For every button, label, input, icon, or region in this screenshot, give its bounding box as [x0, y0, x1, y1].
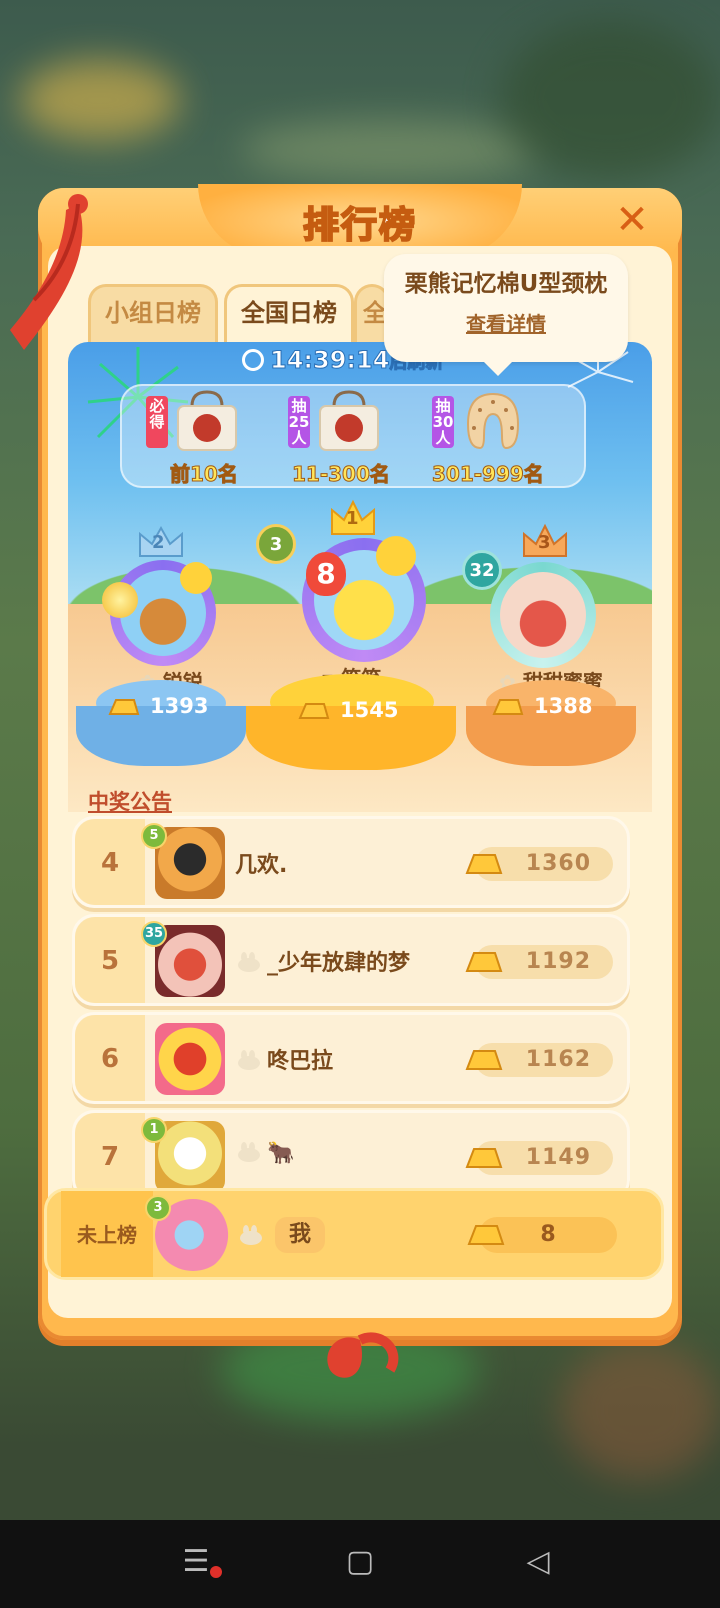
score-bar: 1162	[465, 1043, 613, 1077]
prize-range: 前10名	[170, 462, 239, 487]
balloon-icon: 8	[306, 552, 346, 596]
podium-second[interactable]: 2 ✿ 锐锐 1393	[76, 520, 246, 770]
gold-bar-icon	[492, 699, 524, 715]
flower-icon	[102, 582, 138, 618]
prize-tooltip[interactable]: 栗熊记忆棉U型颈枕 查看详情	[384, 254, 628, 376]
score-bar: 8	[467, 1217, 617, 1253]
score-value: 1149	[525, 1145, 591, 1170]
avatar[interactable]	[500, 572, 586, 658]
rank-number: 1	[346, 508, 359, 529]
neck-pillow-icon	[466, 392, 520, 450]
menu-icon[interactable]: ☰	[176, 1542, 216, 1582]
prize-badge: 抽30人	[432, 396, 454, 448]
podium-third[interactable]: 3 32 ✿ 甜甜蜜蜜 1388	[462, 520, 636, 770]
notification-dot	[210, 1566, 222, 1578]
score-bar: 1360	[465, 847, 613, 881]
prize-box[interactable]: 必得 前10名 抽25人 11-300名 抽30人 301-999名	[120, 384, 586, 488]
ribbon-decoration	[10, 194, 88, 350]
panel-title: 排行榜	[302, 204, 417, 247]
my-rank-row[interactable]: 未上榜 3 我 8	[44, 1188, 664, 1280]
bunny-icon	[240, 1225, 262, 1245]
prize-range: 11-300名	[292, 462, 391, 487]
podium-first[interactable]: 1 3 8 ▫ 笑笑 1545	[246, 496, 456, 776]
level-badge: 3	[256, 524, 296, 564]
level-badge: 35	[141, 921, 167, 947]
score-pill: 1388	[492, 688, 622, 724]
tote-bag-icon	[319, 390, 379, 451]
clock-icon	[242, 349, 264, 371]
gold-bar-icon	[465, 1050, 503, 1070]
player-name: 咚巴拉	[235, 1043, 333, 1075]
gold-bar-icon	[298, 703, 330, 719]
level-badge: 32	[462, 550, 502, 590]
score-value: 8	[540, 1222, 556, 1247]
gold-bar-icon	[465, 952, 503, 972]
score-pill: 1393	[108, 688, 228, 724]
level-badge: 1	[141, 1117, 167, 1143]
gold-bar-icon	[465, 854, 503, 874]
score-pill: 1545	[298, 692, 428, 728]
leaderboard-row[interactable]: 6 咚巴拉 1162	[72, 1012, 630, 1104]
my-name: 我	[275, 1217, 325, 1253]
timer-value: 14:39:14	[269, 346, 390, 375]
announcement-link[interactable]: 中奖公告	[88, 786, 172, 816]
gold-bar-icon	[108, 699, 140, 715]
rank-number: 2	[152, 532, 165, 553]
ribbon-knot	[327, 1332, 399, 1378]
score-value: 1192	[525, 949, 591, 974]
row-rank: 4	[75, 819, 145, 905]
score-bar: 1192	[465, 945, 613, 979]
my-rank-label: 未上榜	[61, 1191, 153, 1277]
tab-group-daily[interactable]: 小组日榜	[88, 284, 218, 344]
leaderboard-row[interactable]: 4 5 几欢. 1360	[72, 816, 630, 908]
sun-badge-icon	[376, 536, 416, 576]
avatar[interactable]	[155, 1023, 225, 1095]
score-value: 1360	[525, 851, 591, 876]
row-rank: 7	[75, 1113, 145, 1199]
row-rank: 6	[75, 1015, 145, 1101]
sun-badge-icon	[180, 562, 212, 594]
level-badge: 5	[141, 823, 167, 849]
level-badge: 3	[145, 1195, 171, 1221]
score-value: 1162	[525, 1047, 591, 1072]
player-name: _少年放肆的梦	[235, 945, 410, 977]
prize-badge: 抽25人	[288, 396, 310, 448]
rank-number: 3	[538, 532, 551, 553]
bunny-icon	[238, 1050, 260, 1070]
system-nav-bar: ☰ ▢ ◁	[0, 1520, 720, 1608]
close-icon[interactable]: ✕	[610, 198, 654, 242]
prize-range: 301-999名	[432, 462, 545, 487]
back-icon[interactable]: ◁	[518, 1542, 558, 1582]
tote-bag-icon	[177, 390, 237, 451]
bunny-icon	[238, 1142, 260, 1162]
tooltip-title: 栗熊记忆棉U型颈枕	[404, 271, 608, 297]
leaderboard-row[interactable]: 5 35 _少年放肆的梦 1192	[72, 914, 630, 1006]
player-name: 几欢.	[235, 853, 288, 878]
home-icon[interactable]: ▢	[340, 1542, 380, 1582]
view-details-link[interactable]: 查看详情	[384, 308, 628, 337]
player-name: 🐂	[235, 1141, 294, 1166]
tab-national-daily[interactable]: 全国日榜	[224, 284, 354, 344]
row-rank: 5	[75, 917, 145, 1003]
prize-badge: 必得	[146, 396, 168, 448]
bunny-icon	[238, 952, 260, 972]
score-bar: 1149	[465, 1141, 613, 1175]
gold-bar-icon	[465, 1148, 503, 1168]
